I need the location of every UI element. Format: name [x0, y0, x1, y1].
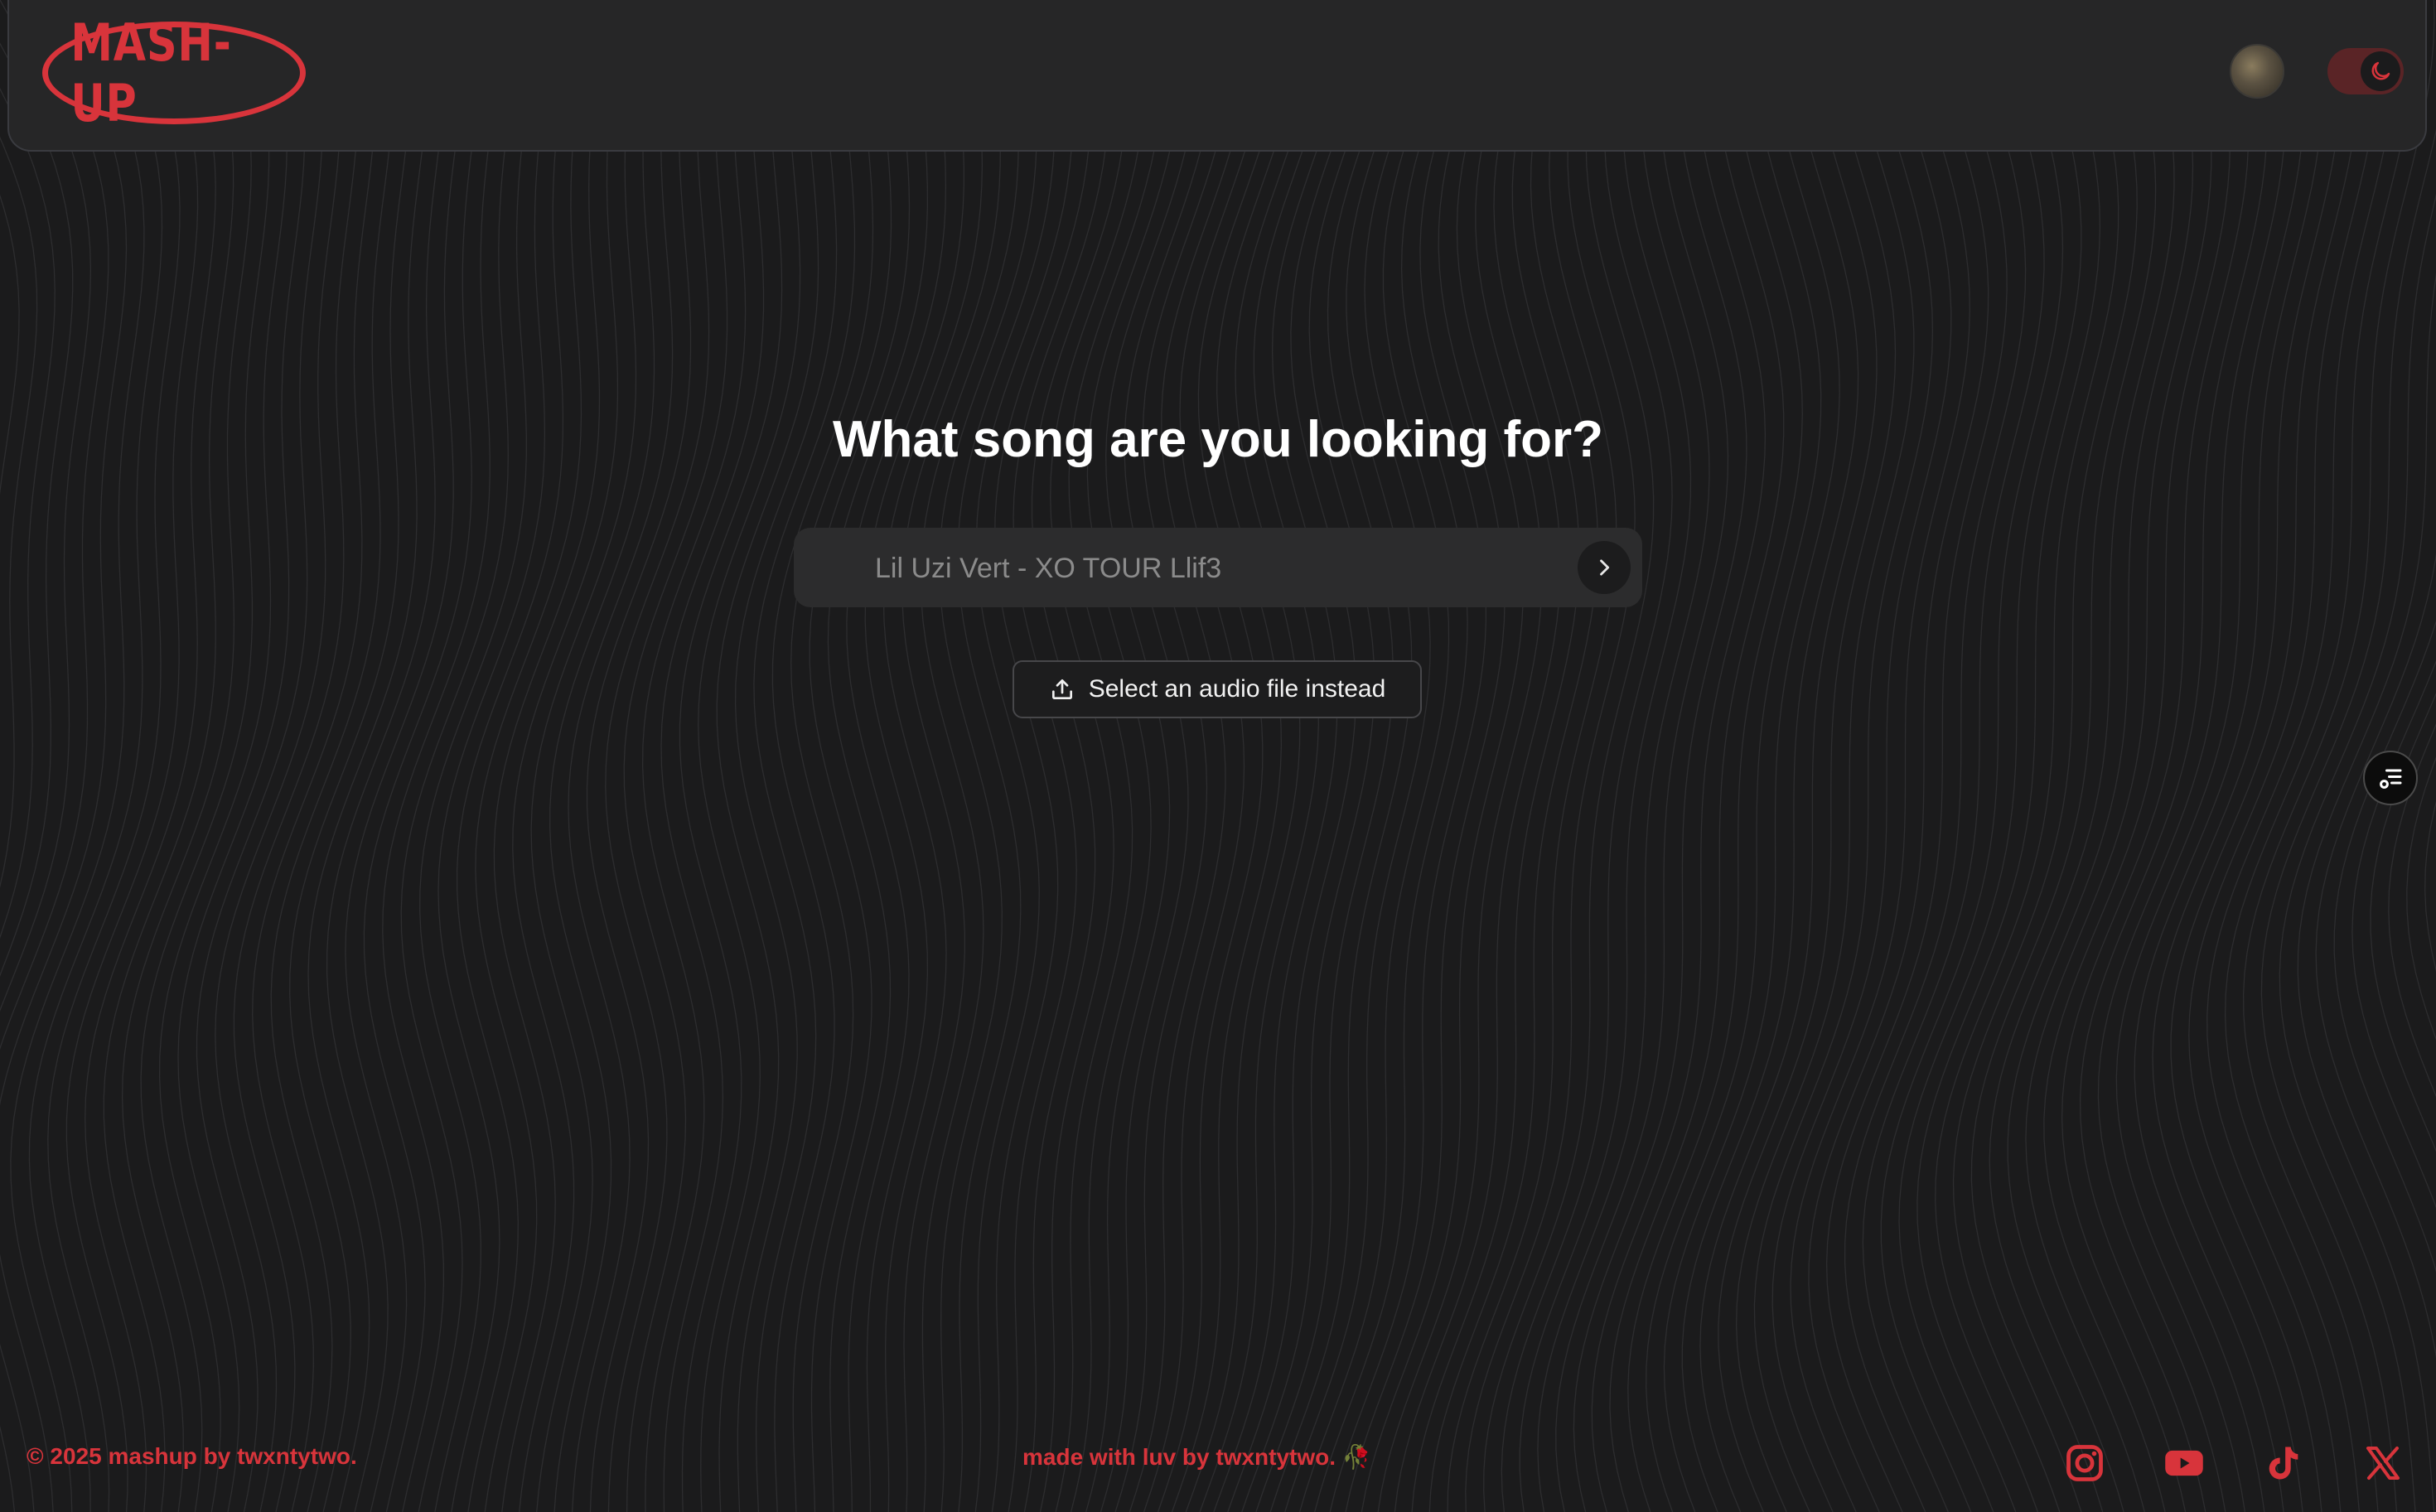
theme-toggle[interactable] [2327, 48, 2404, 94]
instagram-icon [2066, 1445, 2103, 1481]
song-search-input[interactable] [873, 528, 1539, 609]
search-submit-button[interactable] [1578, 541, 1631, 594]
mashup-logo[interactable]: MASH-UP [42, 12, 306, 133]
copyright-text: © 2025 mashup by twxntytwo. [27, 1443, 357, 1469]
playlist-icon [2380, 769, 2402, 789]
page-title: What song are you looking for? [833, 411, 1603, 468]
tiktok-icon [2269, 1447, 2298, 1480]
user-avatar[interactable] [2230, 44, 2284, 99]
song-search [794, 528, 1642, 609]
made-with-text: made with luv by twxntytwo. 🥀 [1022, 1444, 1371, 1470]
queue-toggle-button[interactable] [2363, 751, 2418, 805]
x-icon [2366, 1447, 2400, 1480]
select-audio-file-label: Select an audio file instead [1088, 675, 1386, 703]
theme-toggle-knob [2361, 51, 2400, 91]
moon-icon [2371, 61, 2390, 80]
chevron-right-icon [1600, 559, 1610, 576]
instagram-link[interactable] [2061, 1440, 2108, 1486]
youtube-link[interactable] [2161, 1440, 2207, 1486]
youtube-icon [2165, 1450, 2203, 1476]
upload-icon [1051, 679, 1072, 699]
wave-lines-background [0, 0, 2436, 1512]
top-header: MASH-UP [7, 0, 2427, 152]
tiktok-link[interactable] [2260, 1440, 2307, 1486]
x-link[interactable] [2360, 1440, 2406, 1486]
wave-lines [0, 0, 2436, 1512]
select-audio-file-button[interactable]: Select an audio file instead [1013, 660, 1422, 718]
logo-text: MASH-UP [70, 12, 232, 133]
